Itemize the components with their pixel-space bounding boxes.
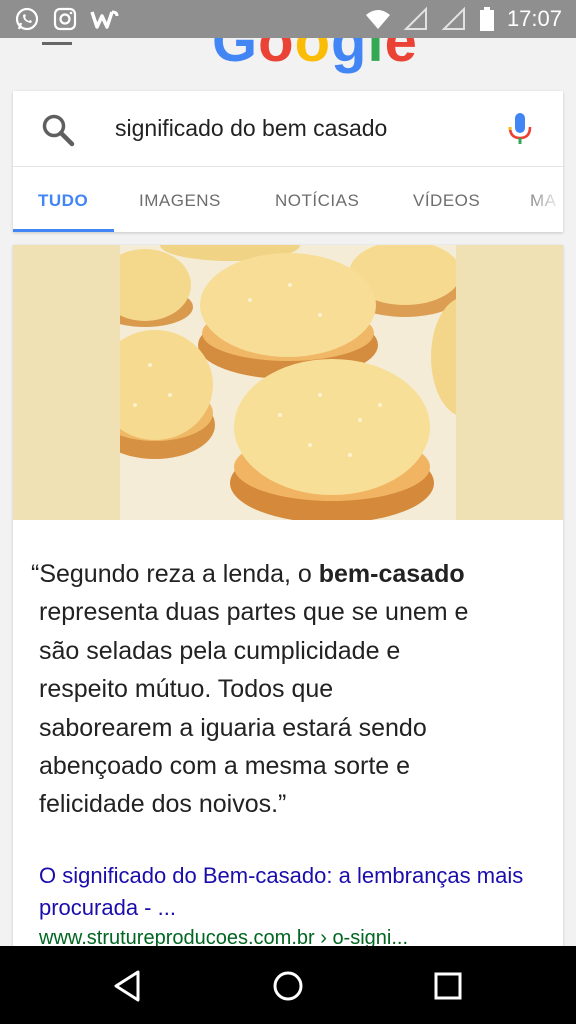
status-bar: 17:07 [0,0,576,38]
bem-casado-cookies-image[interactable] [120,245,456,520]
quote-line: saborearem a iguaria estará sendo [39,713,427,742]
quote-line: são seladas pela cumplicidade e [39,636,401,665]
home-icon[interactable] [268,966,308,1006]
cookies-illustration [120,245,456,520]
quote-line: respeito mútuo. Todos que [39,675,334,704]
quote-line: representa duas partes que se unem e [39,598,469,627]
quote-open-text: “Segundo reza a lenda, o [31,560,319,588]
quote-line: abençoado com a mesma sorte e [39,752,411,781]
snippet-quote: “Segundo reza a lenda, o bem-casado repr… [31,555,541,824]
tab-noticias[interactable]: NOTÍCIAS [275,191,359,211]
status-time: 17:07 [506,6,562,31]
logo-letter: G [212,38,259,74]
logo-letter: o [294,38,331,74]
search-tabs: TUDO IMAGENS NOTÍCIAS VÍDEOS MA [13,167,563,232]
image-panel [13,245,563,520]
logo-letter: g [331,38,368,74]
back-icon[interactable] [108,966,148,1006]
tab-videos[interactable]: VÍDEOS [413,191,480,211]
featured-snippet-card: “Segundo reza a lenda, o bem-casado repr… [13,245,563,965]
logo-letter: o [258,38,295,74]
logo-letter: l [367,38,385,74]
google-header: Google [0,38,576,90]
search-icon[interactable] [41,113,75,147]
active-tab-indicator [13,229,114,232]
quote-bold-term: bem-casado [318,560,465,588]
wifi-icon [365,10,390,29]
tab-imagens[interactable]: IMAGENS [139,191,221,211]
recents-icon[interactable] [428,966,468,1006]
search-input[interactable]: significado do bem casado [115,115,387,142]
quote-line: felicidade dos noivos.” [39,790,287,819]
signal-icon [403,6,427,30]
tabs-fade [523,167,563,232]
logo-letter: e [384,38,418,74]
search-bar[interactable]: significado do bem casado [13,91,563,167]
google-logo[interactable]: Google [212,38,418,75]
navigation-bar [0,946,576,1024]
search-card: significado do bem casado TUDO IMAGENS N… [13,91,563,232]
result-link-title[interactable]: O significado do Bem-casado: a lembrança… [39,860,549,924]
tab-tudo[interactable]: TUDO [38,191,88,211]
w-app-icon [90,10,119,29]
signal-icon [441,6,465,30]
quote-line-first: “Segundo reza a lenda, o bem-casado [31,555,541,593]
whatsapp-icon [15,7,39,31]
instagram-icon [53,7,77,31]
microphone-icon[interactable] [507,111,533,147]
hamburger-menu-icon[interactable] [42,38,72,52]
battery-icon [479,7,494,31]
